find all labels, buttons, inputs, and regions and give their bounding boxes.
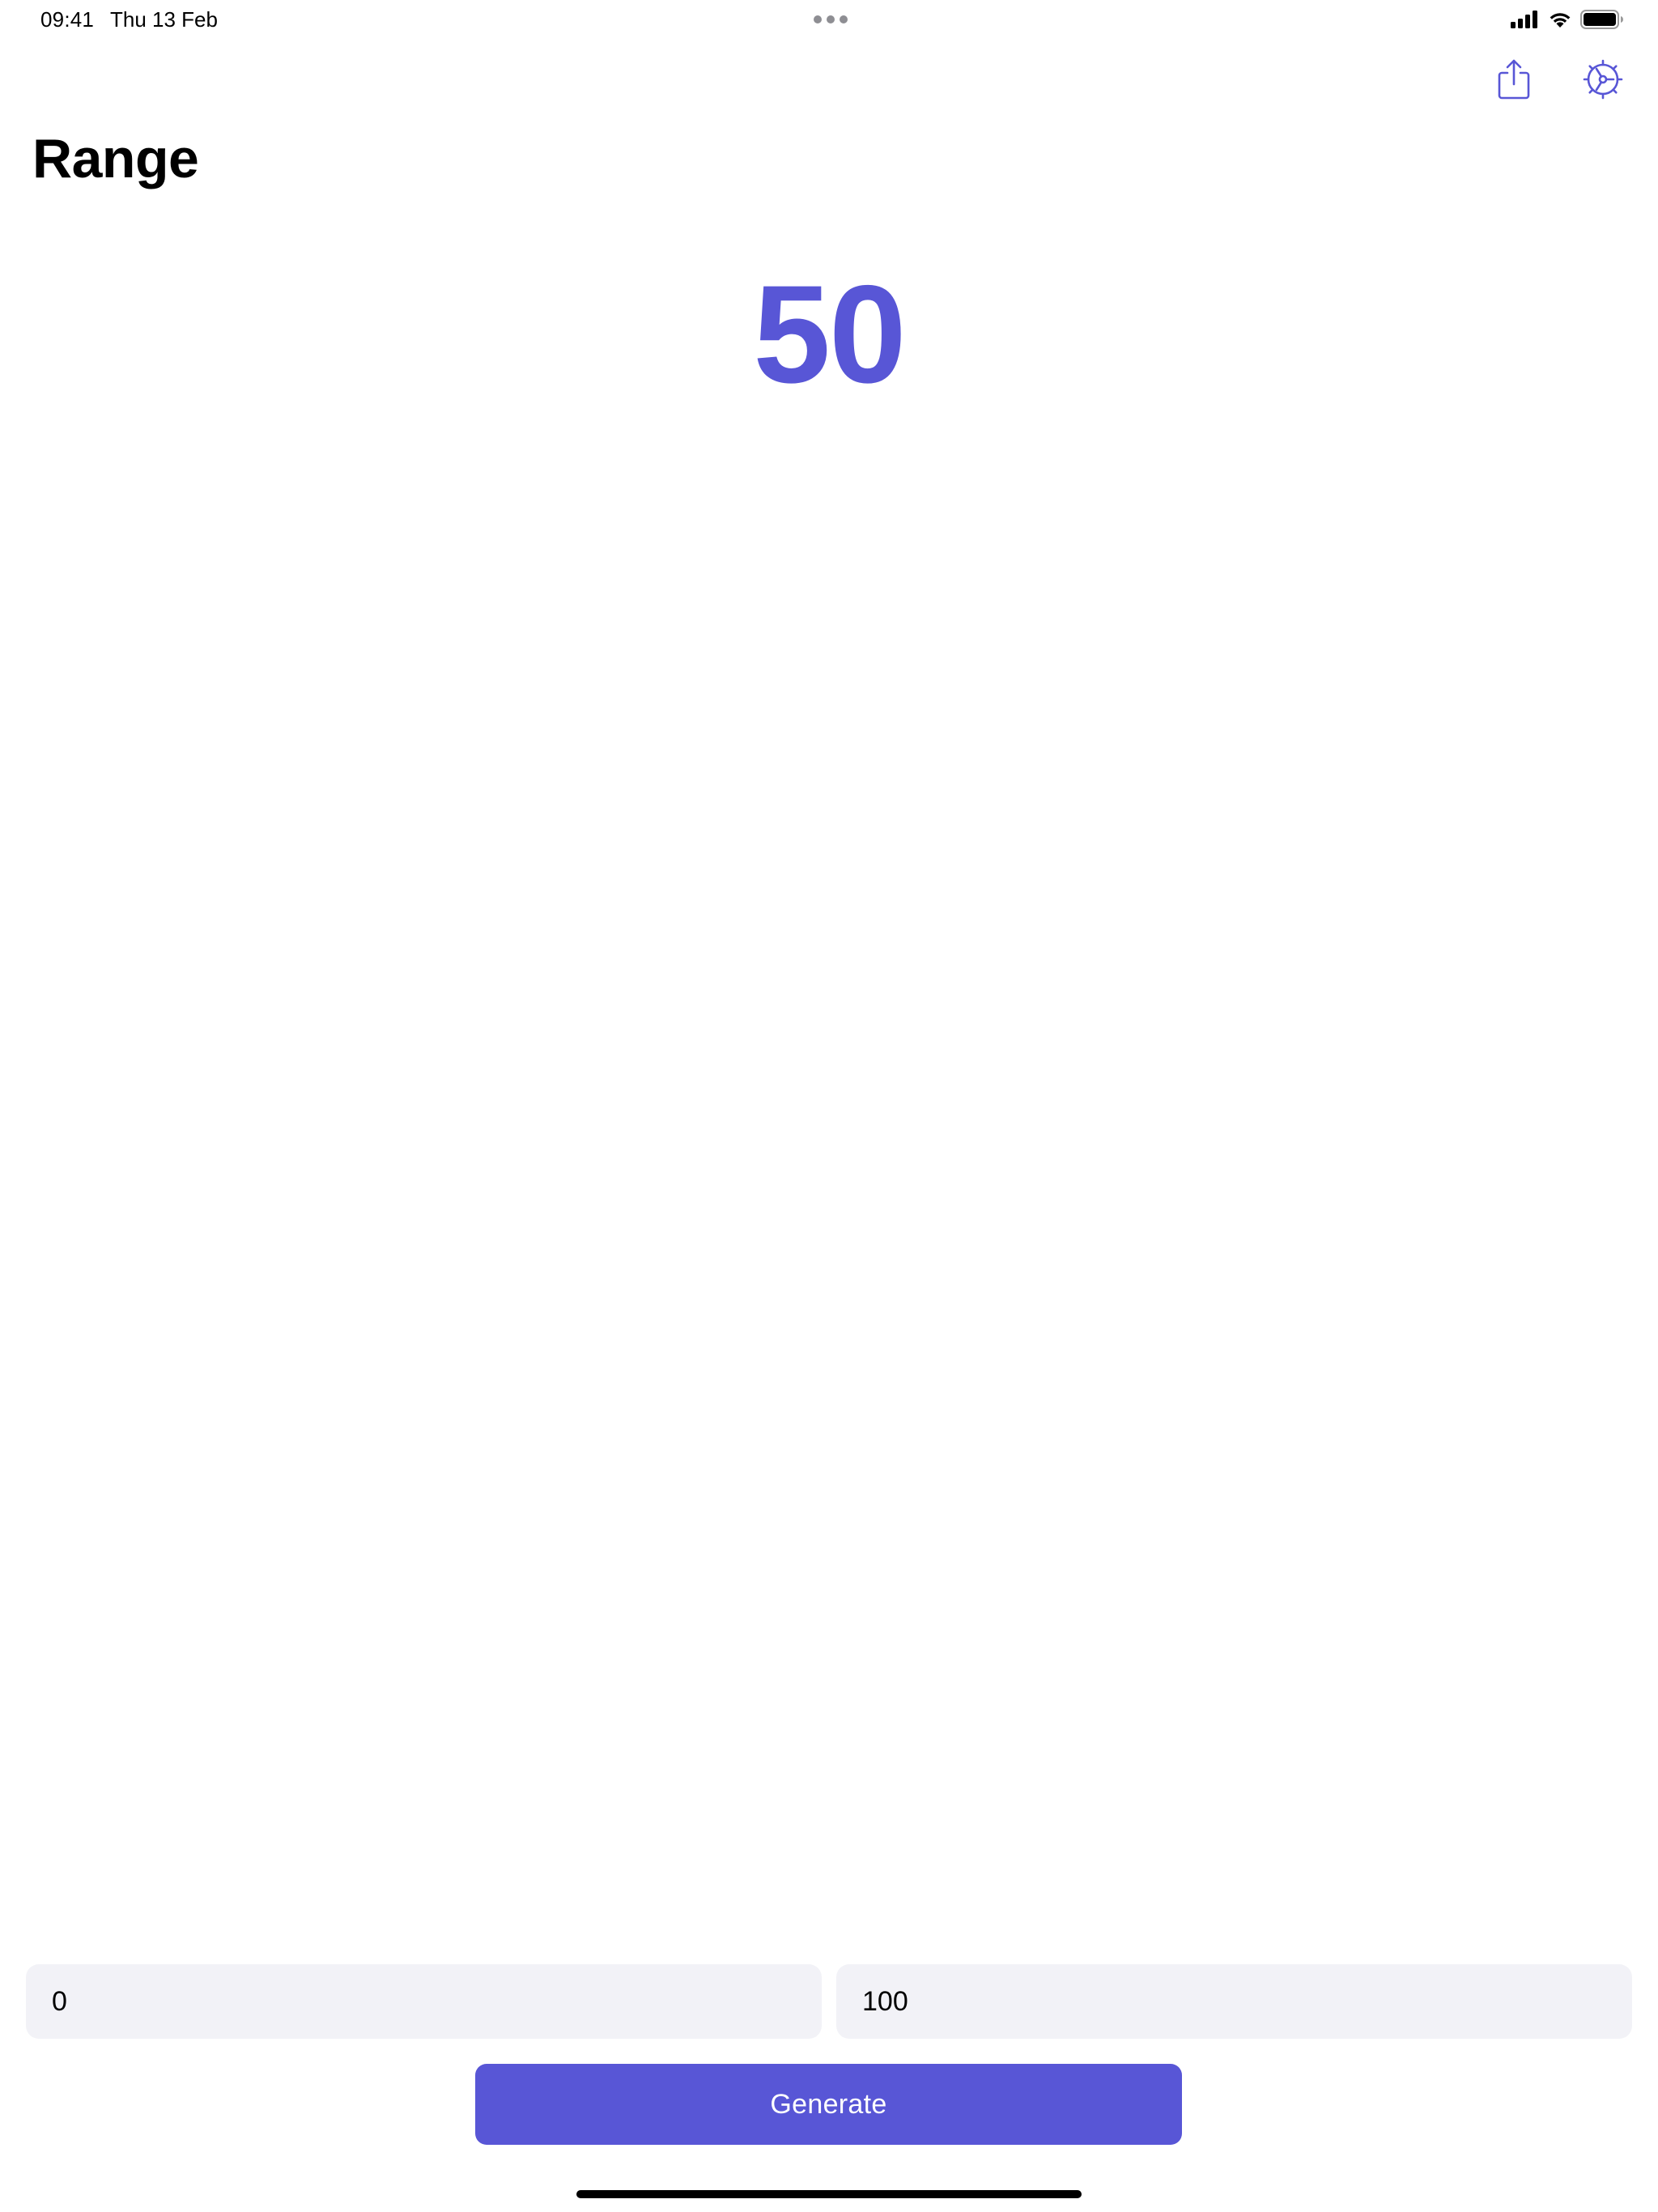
status-time: 09:41 [40,7,95,32]
multitasking-dots-icon[interactable] [813,15,848,24]
status-date: Thu 13 Feb [110,7,218,32]
battery-icon [1580,10,1623,29]
share-button[interactable] [1488,53,1540,105]
maximum-value-field[interactable] [836,1964,1632,2039]
gear-icon [1583,59,1623,100]
wifi-icon [1550,13,1571,28]
status-bar: 09:41 Thu 13 Feb [0,0,1658,39]
generate-button[interactable]: Generate [475,2064,1182,2145]
cellular-signal-icon [1511,11,1537,28]
settings-button[interactable] [1577,53,1629,105]
page-title: Range [32,128,199,189]
home-indicator[interactable] [576,2190,1082,2198]
minimum-value-field[interactable] [26,1964,822,2039]
status-icons [1511,8,1624,31]
random-result-value: 50 [753,257,906,412]
share-icon [1498,59,1530,100]
range-inputs [26,1964,1632,2039]
